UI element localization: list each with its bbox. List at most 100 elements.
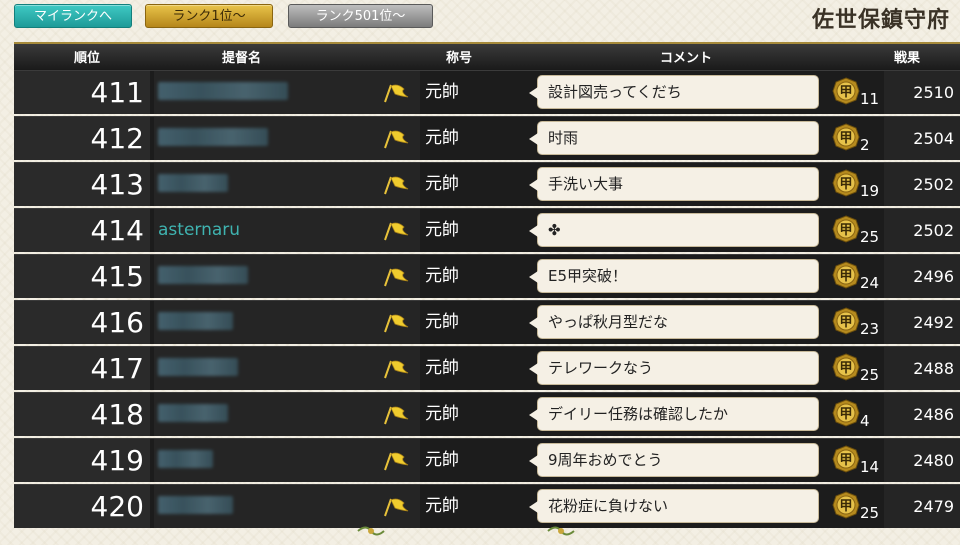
rank-number: 417 <box>14 347 150 390</box>
flag-icon <box>384 498 409 517</box>
rank-title: 元帥 <box>425 220 459 240</box>
medal-count: 2 <box>860 136 870 154</box>
medal-icon: 甲 <box>832 215 860 243</box>
score-value: 2480 <box>913 451 954 470</box>
score-value: 2510 <box>913 83 954 102</box>
svg-text:甲: 甲 <box>839 499 852 514</box>
medal-icon: 甲 <box>832 261 860 289</box>
table-row[interactable]: 418 元帥 デイリー任務は確認したか 甲 4 2486 <box>14 392 960 436</box>
rank-number: 416 <box>14 301 150 344</box>
table-row[interactable]: 411 元帥 設計図売ってくだち 甲 11 2510 <box>14 70 960 114</box>
rank-title: 元帥 <box>425 174 459 194</box>
table-row[interactable]: 414 asternaru 元帥 ✤ 甲 25 2502 <box>14 208 960 252</box>
header-admiral: 提督名 <box>222 51 262 66</box>
left-ornament-icon <box>357 526 385 536</box>
svg-text:甲: 甲 <box>839 361 852 376</box>
score-value: 2502 <box>913 175 954 194</box>
admiral-name-cell <box>154 255 420 298</box>
table-row[interactable]: 415 元帥 E5甲突破！ 甲 24 2496 <box>14 254 960 298</box>
rank-number: 418 <box>14 393 150 436</box>
my-rank-tab[interactable]: マイランクへ <box>14 4 132 28</box>
table-header: 順位 提督名 称号 コメント 戦果 <box>14 42 960 70</box>
header-score: 戦果 <box>894 51 921 66</box>
rank-501-tab[interactable]: ランク501位～ <box>288 4 433 28</box>
medal-count: 4 <box>860 412 870 430</box>
flag-icon <box>384 452 409 471</box>
comment-bubble: やっぱ秋月型だな <box>529 305 819 339</box>
table-row[interactable]: 412 元帥 时雨 甲 2 2504 <box>14 116 960 160</box>
medal-count: 11 <box>860 90 880 108</box>
rank-title: 元帥 <box>425 450 459 470</box>
rank-number: 412 <box>14 117 150 160</box>
svg-text:甲: 甲 <box>839 85 852 100</box>
score-value: 2486 <box>913 405 954 424</box>
medal-icon: 甲 <box>832 353 860 381</box>
admiral-name-cell <box>154 347 420 390</box>
medal-icon: 甲 <box>832 77 860 105</box>
rank-number: 414 <box>14 209 150 252</box>
admiral-name-cell <box>154 439 420 482</box>
medal-icon: 甲 <box>832 307 860 335</box>
svg-text:甲: 甲 <box>839 131 852 146</box>
flag-icon <box>384 314 409 333</box>
admiral-name-redacted <box>158 128 268 146</box>
medal-icon: 甲 <box>832 169 860 197</box>
header-title: 称号 <box>446 51 473 66</box>
table-row[interactable]: 416 元帥 やっぱ秋月型だな 甲 23 2492 <box>14 300 960 344</box>
medal-count: 25 <box>860 504 880 522</box>
comment-bubble: ✤ <box>529 213 819 247</box>
admiral-name-redacted <box>158 266 248 284</box>
medal-icon: 甲 <box>832 123 860 151</box>
admiral-name-redacted <box>158 404 228 422</box>
medal-icon: 甲 <box>832 491 860 519</box>
admiral-name-cell <box>154 393 420 436</box>
comment-bubble: 时雨 <box>529 121 819 155</box>
flag-icon <box>384 360 409 379</box>
comment-bubble: E5甲突破！ <box>529 259 819 293</box>
rank-title: 元帥 <box>425 404 459 424</box>
table-row[interactable]: 417 元帥 テレワークなう 甲 25 2488 <box>14 346 960 390</box>
admiral-name-redacted <box>158 312 233 330</box>
admiral-name-cell <box>154 117 420 160</box>
medal-count: 25 <box>860 228 880 246</box>
rank-number: 415 <box>14 255 150 298</box>
comment-bubble: 手洗い大事 <box>529 167 819 201</box>
svg-text:甲: 甲 <box>839 223 852 238</box>
score-value: 2492 <box>913 313 954 332</box>
medal-count: 24 <box>860 274 880 292</box>
comment-bubble: テレワークなう <box>529 351 819 385</box>
svg-text:甲: 甲 <box>839 269 852 284</box>
flag-icon <box>384 268 409 287</box>
score-value: 2504 <box>913 129 954 148</box>
admiral-name-redacted <box>158 358 238 376</box>
svg-text:甲: 甲 <box>839 177 852 192</box>
admiral-name-cell <box>154 163 420 206</box>
medal-count: 25 <box>860 366 880 384</box>
comment-bubble: 9周年おめでとう <box>529 443 819 477</box>
table-row[interactable]: 420 元帥 花粉症に負けない 甲 25 2479 <box>14 484 960 528</box>
right-ornament-icon <box>547 526 575 536</box>
page-title: 佐世保鎮守府 <box>811 7 950 33</box>
admiral-name-redacted <box>158 82 288 100</box>
medal-count: 19 <box>860 182 880 200</box>
rank-top-tab[interactable]: ランク1位～ <box>145 4 273 28</box>
table-row[interactable]: 419 元帥 9周年おめでとう 甲 14 2480 <box>14 438 960 482</box>
svg-text:甲: 甲 <box>839 453 852 468</box>
rank-title: 元帥 <box>425 496 459 516</box>
flag-icon <box>384 84 409 103</box>
score-value: 2496 <box>913 267 954 286</box>
medal-count: 14 <box>860 458 880 476</box>
rank-title: 元帥 <box>425 82 459 102</box>
admiral-name: asternaru <box>158 220 241 240</box>
rank-title: 元帥 <box>425 312 459 332</box>
rank-title: 元帥 <box>425 358 459 378</box>
rank-number: 420 <box>14 485 150 528</box>
score-value: 2502 <box>913 221 954 240</box>
medal-count: 23 <box>860 320 880 338</box>
svg-text:甲: 甲 <box>839 315 852 330</box>
table-row[interactable]: 413 元帥 手洗い大事 甲 19 2502 <box>14 162 960 206</box>
header-comment: コメント <box>660 51 713 66</box>
svg-text:甲: 甲 <box>839 407 852 422</box>
rank-number: 411 <box>14 71 150 114</box>
flag-icon <box>384 130 409 149</box>
